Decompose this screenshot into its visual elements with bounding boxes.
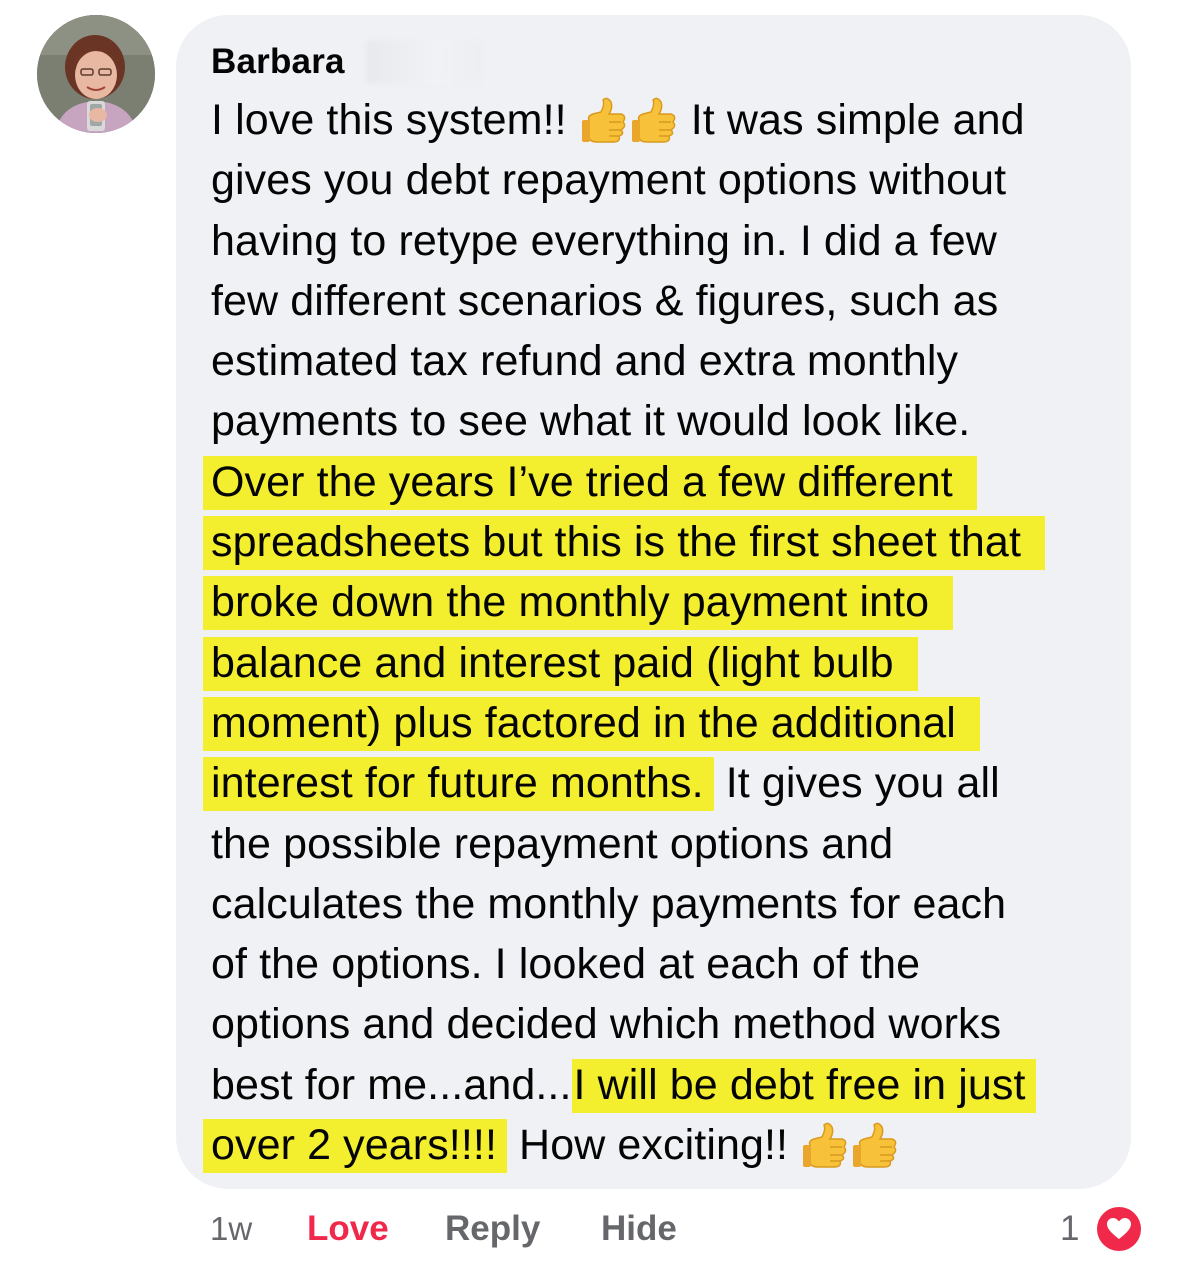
thumbs-up-icon: [852, 1121, 898, 1169]
comment-line: calculates the monthly payments for each: [211, 879, 1007, 928]
comment-text: I love this system!! It was simple and g…: [203, 90, 1111, 1175]
thumbs-up-icon: [581, 96, 627, 144]
author-name[interactable]: Barbara: [211, 40, 345, 84]
hide-button[interactable]: Hide: [601, 1207, 677, 1251]
highlighted-text: broke down the monthly payment into: [203, 576, 954, 631]
highlighted-text: moment) plus factored in the additional: [203, 696, 980, 751]
comment-line: estimated tax refund and extra monthly: [211, 337, 959, 386]
comment-line: payments to see what it would look like.: [211, 397, 971, 446]
comment-line: balance and interest paid (light bulb: [203, 633, 1111, 693]
reaction-badge[interactable]: [1094, 1204, 1144, 1254]
reaction-count[interactable]: 1: [1060, 1207, 1079, 1251]
comment-line: broke down the monthly payment into: [203, 572, 1111, 632]
comment-line: best for me...and...I will be debt free …: [211, 1055, 1111, 1115]
comment-line: gives you debt repayment options without: [211, 156, 1007, 205]
thumbs-up-icon: [802, 1121, 848, 1169]
highlighted-text: over 2 years!!!!: [203, 1119, 507, 1174]
highlighted-text: Over the years I’ve tried a few differen…: [203, 455, 977, 510]
comment-line: I love this system!! It was simple and: [211, 96, 1025, 144]
comment-line: over 2 years!!!! How exciting!!: [203, 1115, 1111, 1175]
comment-line: few different scenarios & figures, such …: [211, 276, 999, 325]
thumbs-up-icon: [631, 96, 677, 144]
highlighted-text: I will be debt free in just: [571, 1058, 1036, 1113]
love-button[interactable]: Love: [307, 1207, 389, 1251]
highlighted-text: interest for future months.: [203, 757, 714, 812]
highlighted-text: spreadsheets but this is the first sheet…: [203, 516, 1045, 571]
comment-line: having to retype everything in. I did a …: [211, 216, 997, 265]
reply-button[interactable]: Reply: [445, 1207, 540, 1251]
comment-line: interest for future months. It gives you…: [203, 753, 1111, 813]
comment-line: Over the years I’ve tried a few differen…: [203, 452, 1111, 512]
comment-line: spreadsheets but this is the first sheet…: [203, 512, 1111, 572]
timestamp[interactable]: 1w: [210, 1207, 252, 1251]
avatar[interactable]: [37, 15, 155, 133]
redacted-surname: [366, 40, 482, 84]
highlighted-text: balance and interest paid (light bulb: [203, 636, 918, 691]
comment-line: the possible repayment options and: [211, 819, 894, 868]
comment-line: options and decided which method works: [211, 1000, 1002, 1049]
heart-icon: [1097, 1207, 1141, 1251]
comment-line: moment) plus factored in the additional: [203, 693, 1111, 753]
comment-line: of the options. I looked at each of the: [211, 940, 921, 989]
